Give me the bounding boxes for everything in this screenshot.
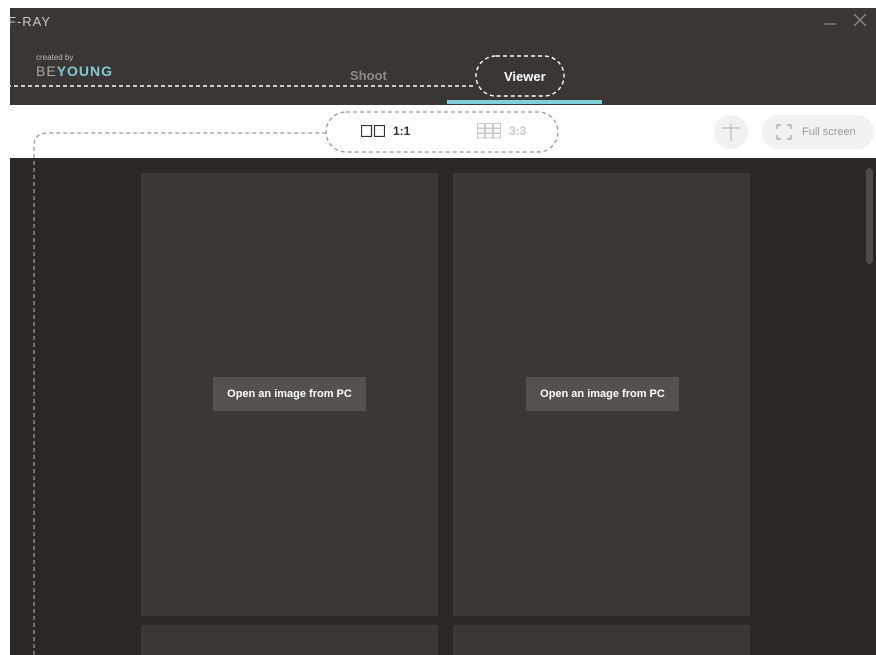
image-panel-1: Open an image from PC [141, 173, 438, 616]
close-icon [853, 13, 867, 27]
brand-young: YOUNG [56, 63, 114, 79]
header: F-RAY created by BEYOUNG Shoot Viewer [10, 8, 876, 105]
viewer-area: Open an image from PC Open an image from… [10, 158, 876, 655]
open-image-button-2[interactable]: Open an image from PC [526, 377, 679, 411]
layout-1x1-icon [361, 125, 385, 137]
app-window: F-RAY created by BEYOUNG Shoot Viewer 1:… [10, 8, 876, 655]
crosshair-button[interactable] [714, 115, 748, 149]
open-image-button-1[interactable]: Open an image from PC [213, 377, 366, 411]
tab-viewer[interactable]: Viewer [504, 69, 546, 84]
scrollbar-thumb[interactable] [866, 168, 873, 264]
brand-created-by: created by [36, 53, 74, 62]
layout-1x1-label: 1:1 [393, 124, 411, 138]
minimize-button[interactable] [822, 12, 838, 28]
image-panel-3 [141, 625, 438, 655]
minimize-icon [824, 23, 836, 25]
toolbar: 1:1 3:3 Full screen [10, 105, 876, 158]
fullscreen-button[interactable]: Full screen [762, 115, 874, 149]
crosshair-icon [722, 124, 740, 141]
image-panel-2: Open an image from PC [453, 173, 750, 616]
brand-be: BE [36, 63, 57, 79]
brand-logo: created by BEYOUNG [36, 53, 113, 79]
active-tab-indicator [447, 100, 602, 104]
image-panel-4 [453, 625, 750, 655]
close-button[interactable] [852, 12, 868, 28]
layout-3x3-label: 3:3 [509, 124, 527, 138]
layout-3x3-button[interactable]: 3:3 [477, 119, 526, 143]
fullscreen-icon [776, 124, 792, 140]
tab-shoot[interactable]: Shoot [350, 68, 387, 83]
brand-wordmark: BEYOUNG [36, 63, 113, 79]
layout-3x3-icon [477, 123, 501, 139]
app-title: F-RAY [10, 14, 52, 29]
layout-1x1-button[interactable]: 1:1 [361, 119, 410, 143]
fullscreen-label: Full screen [802, 126, 856, 138]
